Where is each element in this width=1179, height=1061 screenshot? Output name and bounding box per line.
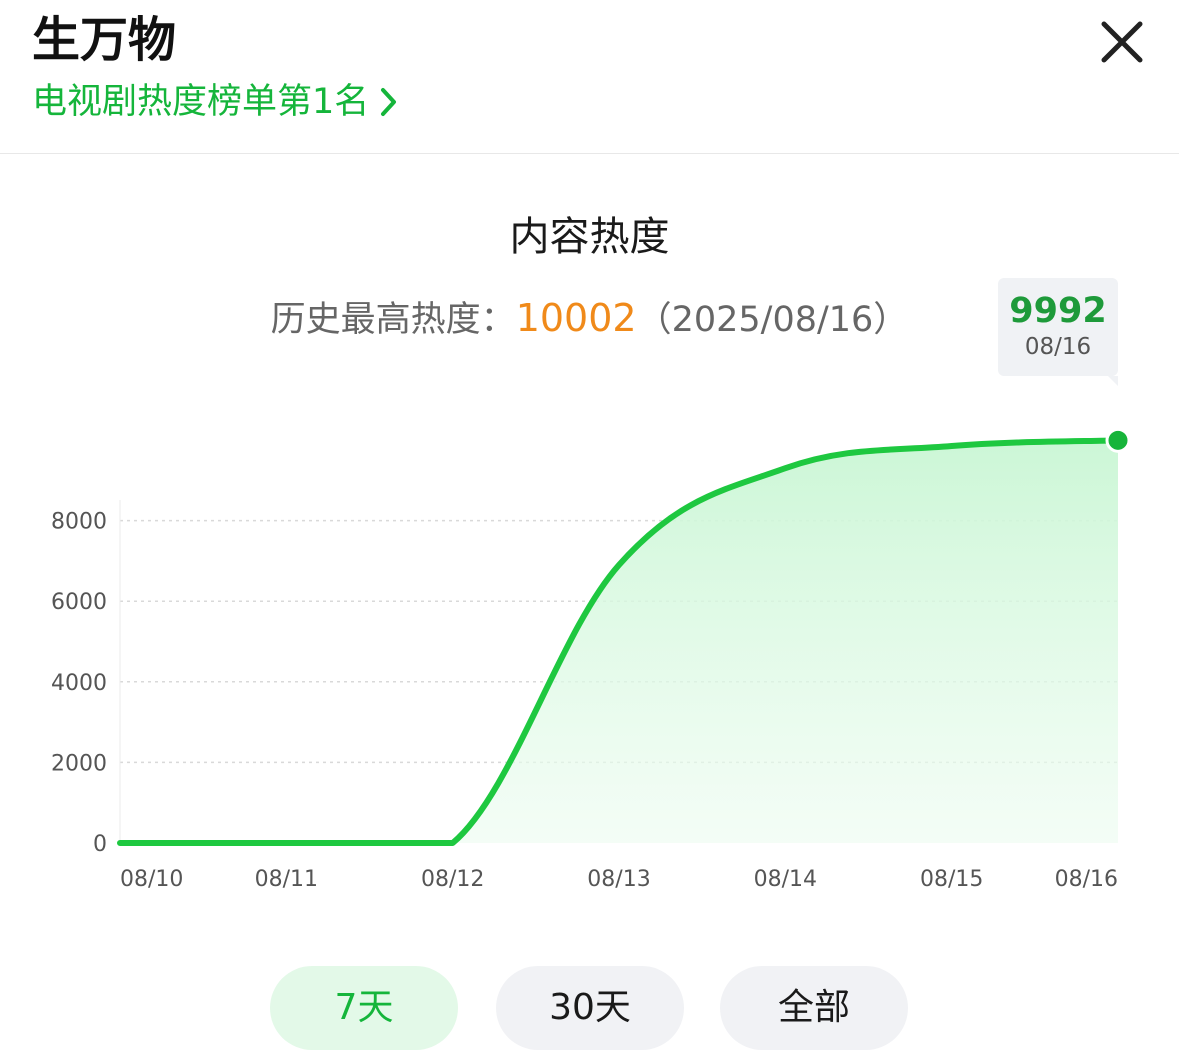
y-tick-label: 8000	[51, 510, 107, 535]
chevron-right-icon	[381, 88, 397, 116]
x-tick-label: 08/15	[920, 867, 983, 892]
y-tick-label: 2000	[51, 751, 107, 776]
rank-link[interactable]: 电视剧热度榜单第1名	[32, 78, 399, 126]
rank-link-label: 电视剧热度榜单第1名	[32, 82, 370, 122]
range-buttons: 7天 30天 全部	[0, 966, 1179, 1050]
record-value: 10002	[515, 296, 637, 340]
x-tick-label: 08/14	[754, 867, 817, 892]
series-area	[120, 440, 1118, 843]
chart-tooltip: 9992 08/16	[998, 278, 1118, 386]
tooltip-date: 08/16	[1024, 334, 1092, 360]
heat-chart: 0 2000 4000 6000 8000 08/10 08/11 08/12 08/13 08…	[51, 427, 1131, 892]
y-tick-label: 0	[93, 832, 107, 857]
close-button[interactable]	[1096, 16, 1148, 68]
range-button-30d[interactable]: 30天	[496, 966, 684, 1050]
show-title: 生万物	[32, 12, 177, 68]
y-tick-label: 4000	[51, 671, 107, 696]
x-tick-label: 08/10	[120, 867, 183, 892]
record-date: （2025/08/16）	[636, 300, 909, 340]
x-tick-label: 08/13	[587, 867, 650, 892]
highlight-point	[1105, 427, 1131, 453]
section-title: 内容热度	[509, 214, 670, 260]
range-button-7d[interactable]: 7天	[270, 966, 458, 1050]
x-tick-label: 08/16	[1055, 867, 1118, 892]
close-icon	[1101, 21, 1143, 63]
y-tick-label: 6000	[51, 590, 107, 615]
x-tick-label: 08/11	[255, 867, 318, 892]
divider	[0, 153, 1179, 154]
header: 生万物 电视剧热度榜单第1名	[0, 0, 1179, 153]
tooltip-value: 9992	[1009, 291, 1107, 331]
range-button-all[interactable]: 全部	[720, 966, 908, 1050]
record-label: 历史最高热度：	[270, 300, 516, 340]
x-tick-label: 08/12	[421, 867, 484, 892]
